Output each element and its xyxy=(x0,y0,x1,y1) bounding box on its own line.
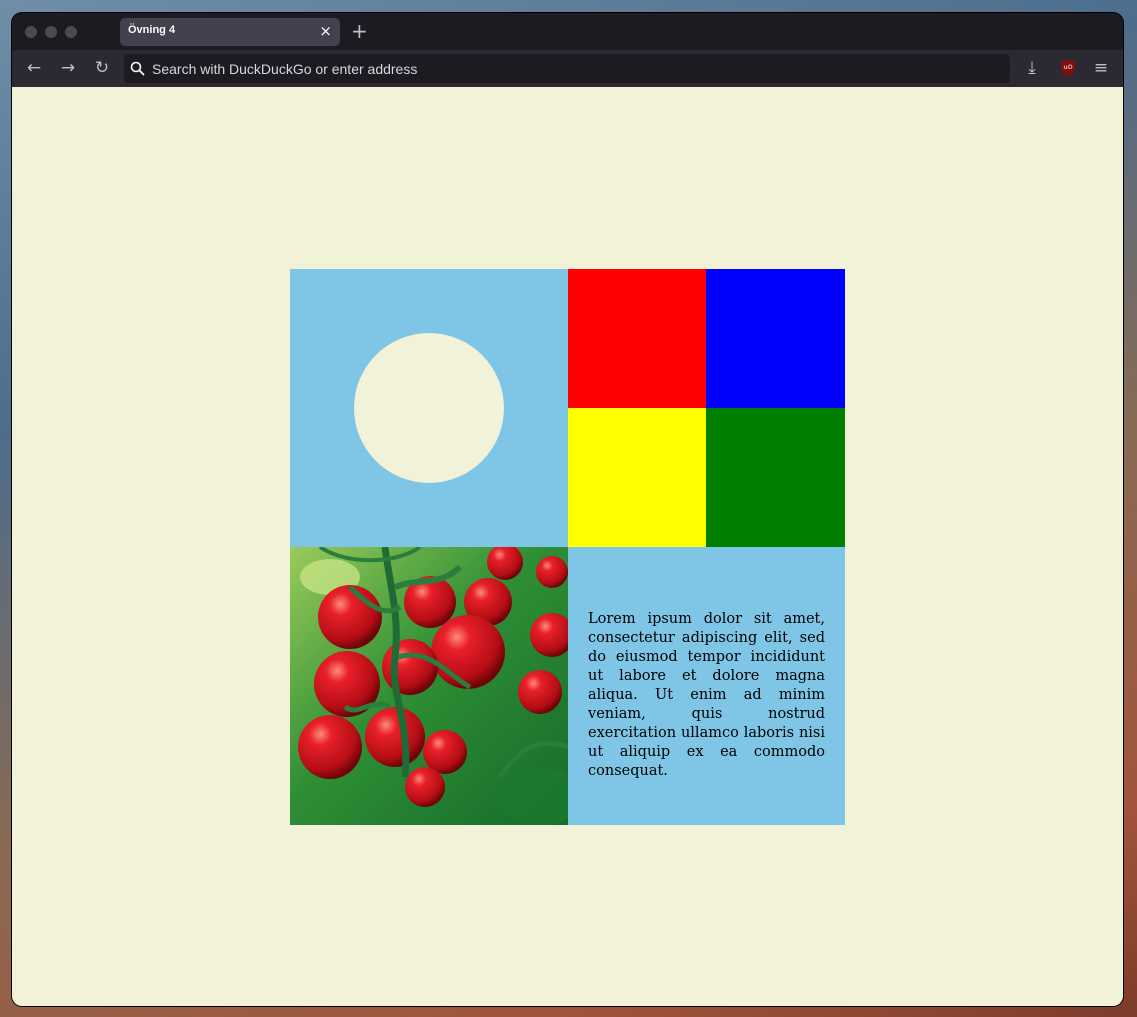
browser-window: Övning 4 × + ← → ↻ ⤓ uO ≡ xyxy=(12,13,1123,1006)
navigation-toolbar: ← → ↻ ⤓ uO ≡ xyxy=(12,50,1123,87)
red-square xyxy=(568,269,706,408)
download-icon[interactable]: ⤓ xyxy=(1020,56,1044,80)
hamburger-menu-icon[interactable]: ≡ xyxy=(1089,56,1113,80)
titlebar: Övning 4 × + xyxy=(12,13,1123,50)
cream-circle xyxy=(354,333,504,483)
yellow-square xyxy=(568,408,706,547)
tab-ovning-4[interactable]: Övning 4 × xyxy=(120,18,340,46)
green-square xyxy=(706,408,845,547)
tab-close-icon[interactable]: × xyxy=(319,21,332,41)
new-tab-icon[interactable]: + xyxy=(351,19,368,43)
tomato-image xyxy=(290,547,568,825)
close-window-button[interactable] xyxy=(25,26,37,38)
reload-icon[interactable]: ↻ xyxy=(90,56,114,80)
search-icon xyxy=(130,61,145,76)
blue-square xyxy=(706,269,845,408)
back-arrow-icon[interactable]: ← xyxy=(22,56,46,80)
address-input[interactable] xyxy=(152,54,992,83)
ublock-origin-icon[interactable]: uO xyxy=(1061,60,1075,76)
forward-arrow-icon[interactable]: → xyxy=(56,56,80,80)
circle-cell xyxy=(290,269,568,547)
page-viewport: Lorem ipsum dolor sit amet, consectetur … xyxy=(12,87,1123,1006)
tab-title: Övning 4 xyxy=(128,24,176,36)
minimize-window-button[interactable] xyxy=(45,26,57,38)
address-bar[interactable] xyxy=(124,54,1010,83)
lorem-paragraph: Lorem ipsum dolor sit amet, consectetur … xyxy=(588,611,825,779)
lorem-text-cell: Lorem ipsum dolor sit amet, consectetur … xyxy=(568,547,845,825)
quadrant-grid: Lorem ipsum dolor sit amet, consectetur … xyxy=(290,269,845,825)
zoom-window-button[interactable] xyxy=(65,26,77,38)
